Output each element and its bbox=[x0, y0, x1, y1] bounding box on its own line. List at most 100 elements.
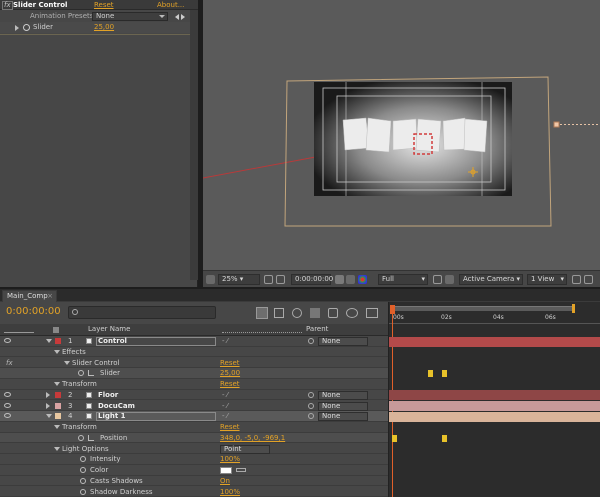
expand-triangle-icon[interactable] bbox=[54, 425, 60, 429]
transparency-grid-icon[interactable] bbox=[445, 275, 454, 284]
label-color-swatch[interactable] bbox=[55, 391, 61, 398]
expand-triangle-icon[interactable] bbox=[46, 402, 50, 409]
color-channels-icon[interactable] bbox=[358, 275, 367, 284]
switches-header[interactable] bbox=[222, 326, 302, 333]
light-type-dropdown[interactable]: Point bbox=[220, 444, 270, 454]
switch-icons[interactable]: - ⁄ bbox=[222, 336, 228, 346]
tab-main-comp[interactable]: Main_Comp × bbox=[2, 290, 57, 302]
stopwatch-icon[interactable] bbox=[80, 456, 86, 463]
property-value[interactable]: 348,0, -5,0, -969,1 bbox=[220, 433, 285, 443]
stopwatch-icon[interactable] bbox=[80, 467, 86, 473]
graph-icon[interactable] bbox=[88, 370, 94, 377]
fx-badge[interactable]: fx bbox=[6, 358, 13, 368]
visibility-eye-icon[interactable] bbox=[4, 402, 11, 408]
visibility-eye-icon[interactable] bbox=[4, 391, 11, 397]
effect-panel-scrollbar[interactable] bbox=[190, 10, 198, 280]
graph-icon[interactable] bbox=[88, 434, 94, 441]
slider-value[interactable]: 25,00 bbox=[94, 23, 114, 31]
property-value[interactable]: Reset bbox=[220, 358, 240, 368]
timeline-search-field[interactable] bbox=[68, 306, 216, 319]
property-row[interactable]: Light Options Point bbox=[0, 444, 388, 455]
composition-viewer[interactable] bbox=[203, 0, 600, 270]
layer-row[interactable]: 1 Control - ⁄ None bbox=[0, 336, 388, 347]
layer-duration-bar[interactable] bbox=[389, 401, 600, 411]
parent-pickwhip-icon[interactable] bbox=[308, 402, 314, 409]
stopwatch-icon[interactable] bbox=[78, 434, 84, 441]
parent-dropdown[interactable]: None bbox=[318, 401, 368, 411]
expand-triangle-icon[interactable] bbox=[46, 339, 52, 343]
current-time-indicator[interactable] bbox=[390, 305, 395, 314]
property-value[interactable]: Reset bbox=[220, 379, 240, 389]
mask-icon[interactable] bbox=[276, 275, 285, 284]
keyframe-marker[interactable] bbox=[392, 434, 397, 442]
expand-triangle-icon[interactable] bbox=[46, 414, 52, 419]
property-row[interactable]: Slider 25,00 bbox=[0, 368, 388, 379]
label-color-swatch[interactable] bbox=[55, 413, 61, 420]
stopwatch-icon[interactable] bbox=[80, 488, 86, 495]
property-row[interactable]: Position 348,0, -5,0, -969,1 bbox=[0, 432, 388, 444]
effect-about-link[interactable]: About... bbox=[157, 1, 184, 9]
show-snapshot-icon[interactable] bbox=[346, 275, 355, 284]
motion-blur-icon[interactable] bbox=[328, 308, 338, 318]
visibility-eye-icon[interactable] bbox=[4, 413, 11, 419]
expand-triangle-icon[interactable] bbox=[54, 382, 60, 386]
layer-duration-bar[interactable] bbox=[389, 336, 600, 347]
expand-triangle-icon[interactable] bbox=[54, 446, 60, 451]
presets-dropdown[interactable]: None bbox=[92, 12, 168, 21]
parent-dropdown[interactable]: None bbox=[318, 412, 368, 422]
property-value[interactable]: 100% bbox=[220, 487, 240, 497]
property-row[interactable]: Color bbox=[0, 465, 388, 476]
parent-pickwhip-icon[interactable] bbox=[308, 391, 314, 398]
snapshot-icon[interactable] bbox=[335, 275, 344, 284]
frame-blending-icon[interactable] bbox=[310, 308, 320, 318]
work-area-end[interactable] bbox=[572, 304, 575, 313]
parent-pickwhip-icon[interactable] bbox=[308, 413, 314, 420]
keyframe-marker[interactable] bbox=[428, 370, 433, 378]
keyframe-marker[interactable] bbox=[442, 370, 447, 378]
effect-reset-link[interactable]: Reset bbox=[94, 1, 114, 9]
stopwatch-icon[interactable] bbox=[78, 370, 84, 377]
zoom-dropdown[interactable]: 25% ▾ bbox=[218, 274, 260, 285]
time-ruler[interactable]: 00s 02s 04s 06s bbox=[389, 313, 600, 324]
property-row[interactable]: Casts Shadows On bbox=[0, 476, 388, 487]
property-row[interactable]: Transform Reset bbox=[0, 379, 388, 390]
expand-triangle-icon[interactable] bbox=[64, 360, 70, 365]
work-area-bar[interactable] bbox=[392, 306, 574, 311]
camera-dropdown[interactable]: Active Camera ▾ bbox=[459, 274, 523, 285]
layer-duration-bar[interactable] bbox=[389, 390, 600, 401]
keyframe-marker[interactable] bbox=[442, 434, 447, 442]
property-row[interactable]: fx Slider Control Reset bbox=[0, 358, 388, 369]
expand-triangle-icon[interactable] bbox=[54, 349, 60, 354]
parent-dropdown[interactable]: None bbox=[318, 390, 368, 400]
stopwatch-icon[interactable] bbox=[23, 24, 30, 31]
layer-name[interactable]: Floor bbox=[98, 390, 118, 400]
label-color-swatch[interactable] bbox=[55, 402, 61, 409]
switch-icons[interactable]: - ⁄ bbox=[222, 401, 228, 411]
switch-icons[interactable]: - ⁄ bbox=[222, 390, 228, 400]
toggle-pixel-icon[interactable] bbox=[572, 275, 581, 284]
region-icon[interactable] bbox=[206, 275, 215, 284]
property-row[interactable]: Transform Reset bbox=[0, 422, 388, 433]
layer-name[interactable]: Control bbox=[98, 336, 127, 346]
layer-row[interactable]: 4 Light 1 - ⁄ None bbox=[0, 411, 388, 422]
eyedropper-icon[interactable] bbox=[236, 468, 246, 472]
close-icon[interactable]: × bbox=[47, 291, 53, 302]
comp-mini-flowchart-icon[interactable] bbox=[256, 307, 268, 319]
layer-duration-bar[interactable] bbox=[389, 411, 600, 422]
shy-icon[interactable] bbox=[292, 308, 302, 318]
property-value[interactable]: On bbox=[220, 476, 230, 486]
label-color-swatch[interactable] bbox=[55, 338, 61, 344]
expand-triangle-icon[interactable] bbox=[46, 391, 50, 398]
views-dropdown[interactable]: 1 View ▾ bbox=[527, 274, 567, 285]
preset-prev-icon[interactable] bbox=[175, 14, 179, 20]
parent-dropdown[interactable]: None bbox=[318, 337, 368, 346]
property-row[interactable]: Effects bbox=[0, 347, 388, 358]
layer-row[interactable]: 3 DocuCam - ⁄ None bbox=[0, 400, 388, 412]
property-value[interactable]: 25,00 bbox=[220, 368, 240, 378]
property-value[interactable]: 100% bbox=[220, 454, 240, 464]
av-switches-icon[interactable] bbox=[4, 327, 34, 333]
layer-row[interactable]: 2 Floor - ⁄ None bbox=[0, 389, 388, 401]
draft-3d-icon[interactable] bbox=[274, 308, 284, 318]
layer-name[interactable]: DocuCam bbox=[98, 401, 135, 411]
layer-name[interactable]: Light 1 bbox=[98, 411, 126, 421]
